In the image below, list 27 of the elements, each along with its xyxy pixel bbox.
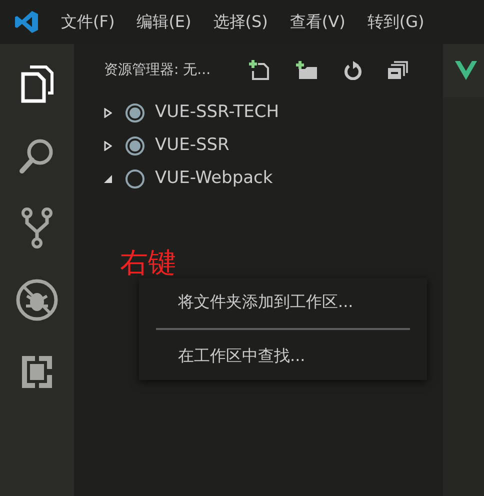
menu-item[interactable]: 编辑(E) [136, 10, 192, 34]
explorer-title: 资源管理器: 无... [104, 60, 212, 80]
menu-option[interactable]: 将文件夹添加到工作区... [139, 280, 427, 324]
folder-label[interactable]: VUE-Webpack [155, 166, 273, 192]
files-icon[interactable] [20, 65, 54, 103]
refresh-icon[interactable] [344, 60, 362, 80]
collapse-all-icon[interactable] [388, 61, 408, 79]
menu-item[interactable]: 选择(S) [213, 10, 268, 34]
extensions-icon[interactable] [20, 354, 54, 390]
search-icon[interactable] [19, 137, 55, 175]
vue-icon [455, 61, 477, 80]
menu-option[interactable]: 在工作区中查找... [139, 334, 427, 378]
new-folder-icon[interactable] [296, 61, 318, 79]
collapsed-arrow-icon[interactable] [104, 108, 112, 118]
annotation-text: 右键 [120, 250, 176, 278]
branch-icon[interactable] [21, 207, 53, 249]
menu-item[interactable]: 文件(F) [61, 10, 115, 34]
logo-icon [15, 10, 39, 34]
folder-label[interactable]: VUE-SSR-TECH [155, 100, 280, 126]
menu-item[interactable]: 查看(V) [290, 10, 346, 34]
collapsed-arrow-icon[interactable] [104, 140, 112, 150]
expanded-arrow-icon[interactable] [104, 174, 112, 182]
no-bug-icon[interactable] [15, 278, 59, 322]
editor-tab[interactable] [443, 44, 484, 97]
new-file-icon[interactable] [248, 60, 270, 80]
menu-item[interactable]: 转到(G) [367, 10, 424, 34]
folder-label[interactable]: VUE-SSR [155, 132, 230, 158]
